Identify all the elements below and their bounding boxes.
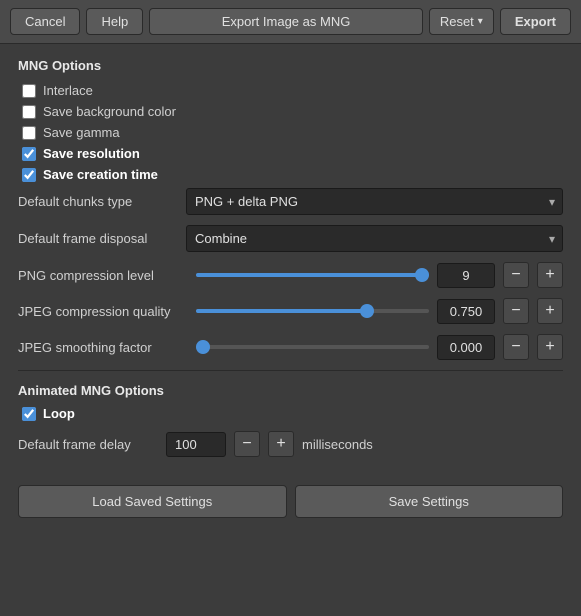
- reset-label: Reset: [440, 14, 474, 29]
- jpeg-smoothing-slider[interactable]: [196, 345, 429, 349]
- divider: [18, 370, 563, 371]
- main-container: Cancel Help Export Image as MNG Reset ▾ …: [0, 0, 581, 616]
- jpeg-smoothing-plus[interactable]: +: [537, 334, 563, 360]
- export-image-button[interactable]: Export Image as MNG: [149, 8, 423, 35]
- default-chunks-type-wrapper: PNG + delta PNG PNG delta PNG JNG JDAA ▾: [186, 188, 563, 215]
- save-bg-color-checkbox[interactable]: [22, 105, 36, 119]
- content-area: MNG Options Interlace Save background co…: [0, 44, 581, 485]
- bottom-bar: Load Saved Settings Save Settings: [0, 485, 581, 536]
- png-compression-row: PNG compression level − +: [18, 262, 563, 288]
- jpeg-smoothing-value[interactable]: [437, 335, 495, 360]
- default-frame-disposal-label: Default frame disposal: [18, 231, 178, 246]
- jpeg-smoothing-label: JPEG smoothing factor: [18, 340, 188, 355]
- png-compression-slider[interactable]: [196, 273, 429, 277]
- export-button[interactable]: Export: [500, 8, 571, 35]
- frame-delay-plus[interactable]: +: [268, 431, 294, 457]
- default-frame-disposal-wrapper: Combine Replace Restore to background Re…: [186, 225, 563, 252]
- jpeg-quality-slider[interactable]: [196, 309, 429, 313]
- default-frame-disposal-select[interactable]: Combine Replace Restore to background Re…: [186, 225, 563, 252]
- interlace-checkbox[interactable]: [22, 84, 36, 98]
- save-creation-time-label: Save creation time: [43, 167, 158, 182]
- jpeg-quality-minus[interactable]: −: [503, 298, 529, 324]
- default-frame-disposal-row: Default frame disposal Combine Replace R…: [18, 225, 563, 252]
- cancel-button[interactable]: Cancel: [10, 8, 80, 35]
- frame-delay-label: Default frame delay: [18, 437, 158, 452]
- save-bg-color-label: Save background color: [43, 104, 176, 119]
- jpeg-quality-plus[interactable]: +: [537, 298, 563, 324]
- save-gamma-label: Save gamma: [43, 125, 120, 140]
- milliseconds-label: milliseconds: [302, 437, 373, 452]
- loop-checkbox[interactable]: [22, 407, 36, 421]
- jpeg-smoothing-track: [196, 337, 429, 357]
- reset-dropdown-arrow: ▾: [478, 16, 483, 27]
- interlace-label: Interlace: [43, 83, 93, 98]
- save-creation-time-row: Save creation time: [18, 167, 563, 182]
- png-compression-minus[interactable]: −: [503, 262, 529, 288]
- save-settings-button[interactable]: Save Settings: [295, 485, 564, 518]
- frame-delay-minus[interactable]: −: [234, 431, 260, 457]
- save-gamma-checkbox[interactable]: [22, 126, 36, 140]
- save-gamma-row: Save gamma: [18, 125, 563, 140]
- save-resolution-checkbox[interactable]: [22, 147, 36, 161]
- jpeg-quality-row: JPEG compression quality − +: [18, 298, 563, 324]
- frame-delay-row: Default frame delay − + milliseconds: [18, 431, 563, 457]
- frame-delay-input[interactable]: [166, 432, 226, 457]
- save-creation-time-checkbox[interactable]: [22, 168, 36, 182]
- jpeg-quality-label: JPEG compression quality: [18, 304, 188, 319]
- load-settings-button[interactable]: Load Saved Settings: [18, 485, 287, 518]
- save-resolution-row: Save resolution: [18, 146, 563, 161]
- save-resolution-label: Save resolution: [43, 146, 140, 161]
- png-compression-track: [196, 265, 429, 285]
- reset-button[interactable]: Reset ▾: [429, 8, 494, 35]
- default-chunks-type-row: Default chunks type PNG + delta PNG PNG …: [18, 188, 563, 215]
- jpeg-quality-track: [196, 301, 429, 321]
- default-chunks-type-label: Default chunks type: [18, 194, 178, 209]
- loop-row: Loop: [18, 406, 563, 421]
- save-bg-color-row: Save background color: [18, 104, 563, 119]
- mng-options-title: MNG Options: [18, 58, 563, 73]
- help-button[interactable]: Help: [86, 8, 143, 35]
- interlace-row: Interlace: [18, 83, 563, 98]
- toolbar: Cancel Help Export Image as MNG Reset ▾ …: [0, 0, 581, 44]
- loop-label: Loop: [43, 406, 75, 421]
- jpeg-quality-value[interactable]: [437, 299, 495, 324]
- png-compression-value[interactable]: [437, 263, 495, 288]
- jpeg-smoothing-minus[interactable]: −: [503, 334, 529, 360]
- animated-mng-title: Animated MNG Options: [18, 383, 563, 398]
- jpeg-smoothing-row: JPEG smoothing factor − +: [18, 334, 563, 360]
- default-chunks-type-select[interactable]: PNG + delta PNG PNG delta PNG JNG JDAA: [186, 188, 563, 215]
- png-compression-plus[interactable]: +: [537, 262, 563, 288]
- png-compression-label: PNG compression level: [18, 268, 188, 283]
